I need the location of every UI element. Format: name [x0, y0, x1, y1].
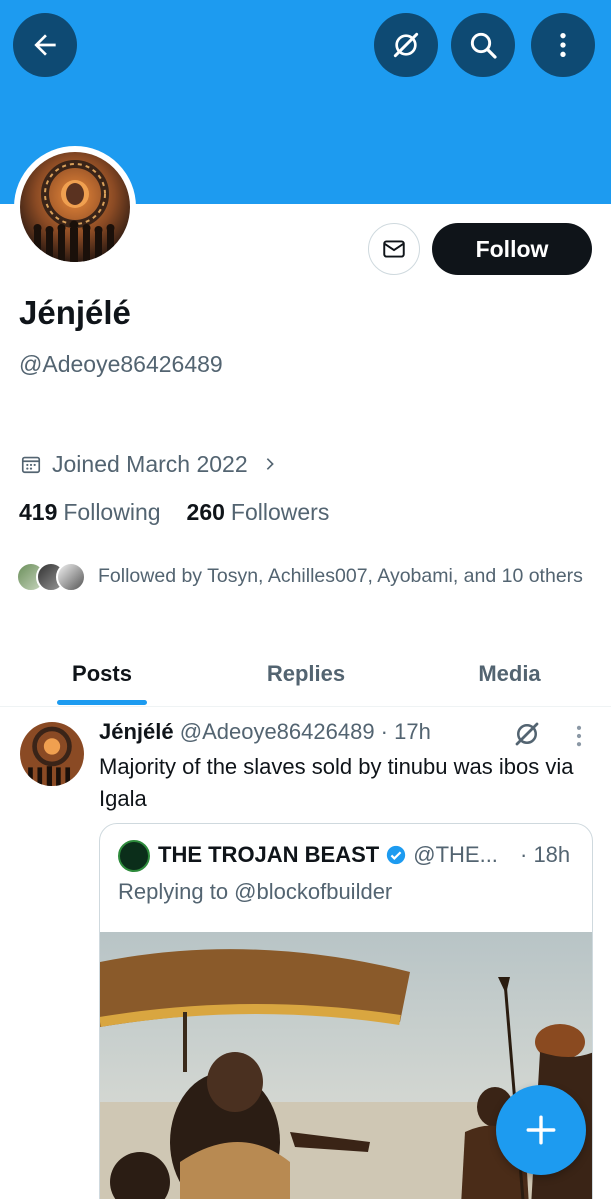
post-handle-time[interactable]: @Adeoye86426489 · 17h	[180, 719, 431, 744]
compose-post-button[interactable]	[496, 1085, 586, 1175]
avatar-image	[20, 152, 130, 262]
mutual-avatar	[56, 562, 86, 592]
tab-posts[interactable]: Posts	[0, 642, 204, 706]
post-author-name[interactable]: Jénjélé	[99, 719, 174, 744]
grok-icon[interactable]	[512, 719, 542, 749]
grok-icon	[393, 32, 419, 58]
verified-badge-icon	[387, 845, 406, 865]
back-button[interactable]	[13, 13, 77, 77]
post-header: Jénjélé @Adeoye86426489 · 17h	[99, 719, 431, 745]
following-stat[interactable]: 419 Following	[19, 499, 161, 526]
following-label: Following	[63, 499, 161, 525]
message-button[interactable]	[368, 223, 420, 275]
mutual-follower-avatars[interactable]	[16, 562, 86, 592]
quote-handle: @THE...	[413, 842, 498, 867]
post-more-icon[interactable]	[572, 722, 586, 750]
tab-replies[interactable]: Replies	[204, 642, 408, 706]
quote-time: · 18h	[520, 842, 571, 867]
followers-stat[interactable]: 260 Followers	[187, 499, 330, 526]
joined-label: Joined March 2022	[52, 450, 248, 477]
search-button[interactable]	[451, 13, 515, 77]
follow-stats: 419 Following 260 Followers	[19, 499, 329, 526]
calendar-icon	[21, 456, 41, 474]
quote-author-name: THE TROJAN BEAST	[158, 842, 380, 867]
post-author-avatar[interactable]	[20, 722, 84, 786]
joined-date[interactable]: Joined March 2022	[20, 448, 278, 480]
quote-replying-to: Replying to @blockofbuilder	[118, 879, 393, 904]
profile-handle: @Adeoye86426489	[19, 351, 223, 377]
profile-tabs: Posts Replies Media	[0, 642, 611, 707]
active-tab-indicator	[57, 700, 147, 705]
follow-button[interactable]: Follow	[432, 223, 592, 275]
profile-name: Jénjélé	[19, 294, 131, 331]
envelope-icon	[383, 240, 405, 258]
followers-label: Followers	[230, 499, 330, 525]
followed-by-text[interactable]: Followed by Tosyn, Achilles007, Ayobami,…	[98, 562, 598, 590]
post-text: Majority of the slaves sold by tinubu wa…	[99, 754, 574, 811]
tab-media[interactable]: Media	[408, 642, 611, 706]
following-count: 419	[19, 499, 58, 525]
chevron-right-icon	[266, 458, 274, 470]
search-icon	[470, 32, 497, 59]
more-vertical-icon	[560, 33, 566, 57]
followers-count: 260	[186, 499, 225, 525]
plus-icon	[526, 1115, 556, 1145]
quote-author-avatar	[118, 840, 150, 872]
grok-button[interactable]	[374, 13, 438, 77]
profile-avatar[interactable]	[14, 146, 136, 268]
more-button[interactable]	[531, 13, 595, 77]
back-arrow-icon	[34, 34, 56, 56]
quote-header: THE TROJAN BEAST @THE...	[158, 842, 498, 868]
